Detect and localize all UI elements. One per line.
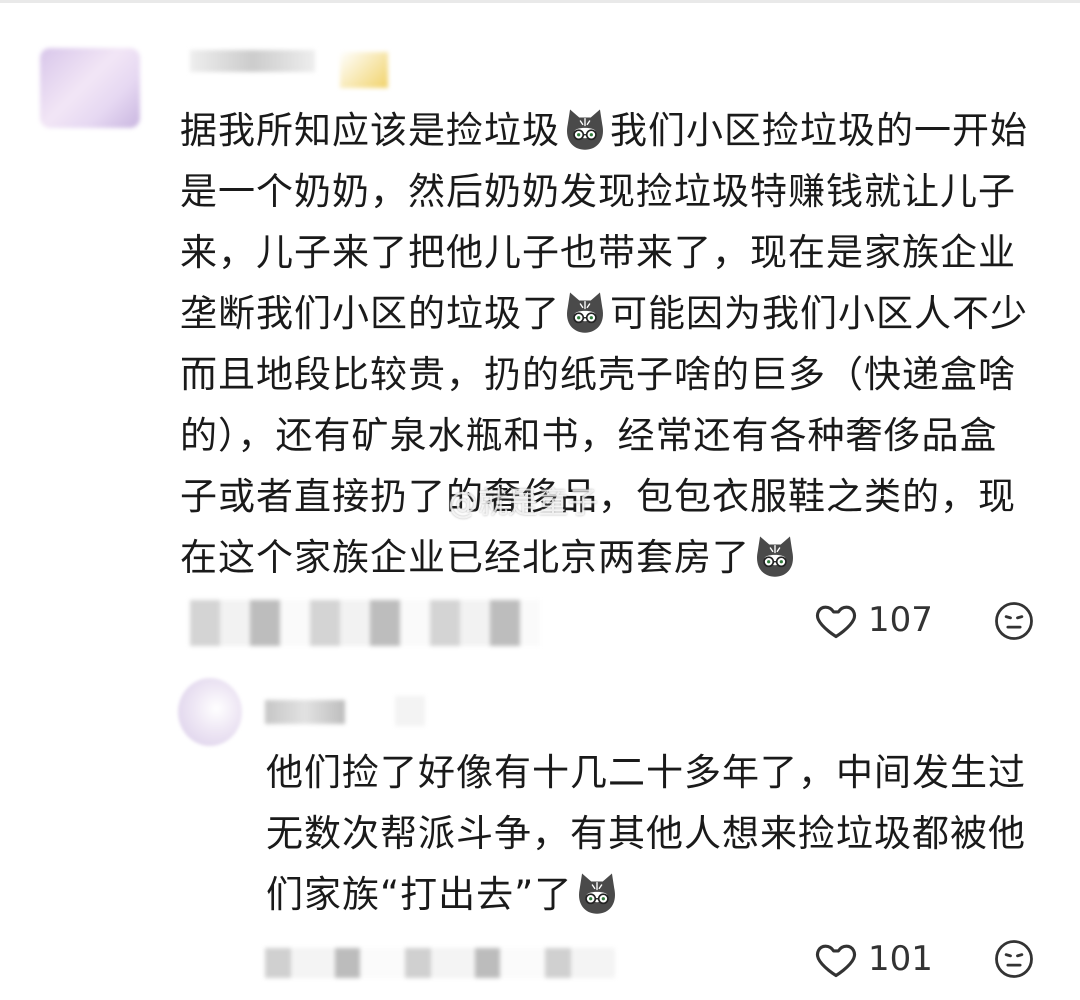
comment-text-segment: 他们捡了好像有十几二十多年了，中间发生过 (266, 751, 1026, 794)
like-count: 107 (868, 600, 933, 640)
avatar[interactable] (40, 48, 140, 128)
cat-emoji-icon (579, 873, 616, 914)
user-badge-blurred (340, 52, 388, 88)
comment-text-segment: 无数次帮派斗争，有其他人想来捡垃圾都被他 (266, 812, 1026, 855)
cat-emoji-icon (757, 536, 793, 577)
comment-line: 据我所知应该是捡垃圾 我们小区捡垃圾的一开始 (180, 100, 1028, 161)
top-divider (0, 0, 1080, 3)
dislike-face-icon[interactable] (993, 600, 1035, 642)
comment-text-segment: 垄断我们小区的垃圾了 (180, 292, 560, 335)
like-count: 101 (868, 939, 933, 979)
comment-text-segment: 可能因为我们小区人不少 (610, 292, 1028, 335)
meta-blurred (190, 600, 540, 646)
comment-text-segment: 子或者直接扔了的奢侈品，包包衣服鞋之类的，现 (180, 475, 1016, 518)
comment-line: 的），还有矿泉水瓶和书，经常还有各种奢侈品盒 (180, 405, 1028, 466)
comment-line: 他们捡了好像有十几二十多年了，中间发生过 (266, 742, 1026, 803)
username-blurred[interactable] (265, 700, 345, 724)
comment-text-segment: 的），还有矿泉水瓶和书，经常还有各种奢侈品盒 (180, 414, 998, 457)
dislike-face-icon[interactable] (993, 938, 1035, 980)
heart-icon (815, 944, 857, 978)
comment-line: 在这个家族企业已经北京两套房了 (180, 527, 1028, 588)
user-badge-blurred (395, 696, 425, 726)
avatar[interactable] (178, 678, 242, 746)
comment-text: 据我所知应该是捡垃圾 我们小区捡垃圾的一开始是一个奶奶，然后奶奶发现捡垃圾特赚钱就… (180, 100, 1028, 588)
heart-icon (815, 605, 857, 639)
comment-line: 垄断我们小区的垃圾了 可能因为我们小区人不少 (180, 283, 1028, 344)
comment-line: 是一个奶奶，然后奶奶发现捡垃圾特赚钱就让儿子 (180, 161, 1028, 222)
comment-text-segment: 来，儿子来了把他儿子也带来了，现在是家族企业 (180, 231, 1016, 274)
comment-text-segment: 在这个家族企业已经北京两套房了 (180, 536, 750, 579)
comment-text-segment: 我们小区捡垃圾的一开始 (610, 109, 1028, 152)
like-button[interactable]: 107 (814, 598, 933, 642)
cat-emoji-icon (567, 109, 603, 150)
comment-line: 来，儿子来了把他儿子也带来了，现在是家族企业 (180, 222, 1028, 283)
comment-line: 而且地段比较贵，扔的纸壳子啥的巨多（快递盒啥 (180, 344, 1028, 405)
comment-line: 无数次帮派斗争，有其他人想来捡垃圾都被他 (266, 803, 1026, 864)
cat-emoji-icon (567, 292, 603, 333)
like-button[interactable]: 101 (814, 937, 933, 981)
comment-line: 子或者直接扔了的奢侈品，包包衣服鞋之类的，现 (180, 466, 1028, 527)
comment-line: 们家族“打出去”了 (266, 864, 1026, 925)
username-blurred[interactable] (190, 50, 315, 72)
comment-text-segment: 而且地段比较贵，扔的纸壳子啥的巨多（快递盒啥 (180, 353, 1016, 396)
comment-text-segment: 是一个奶奶，然后奶奶发现捡垃圾特赚钱就让儿子 (180, 170, 1016, 213)
comment-text-segment: 据我所知应该是捡垃圾 (180, 109, 560, 152)
meta-blurred (265, 948, 615, 978)
comment-text-segment: 们家族“打出去”了 (266, 873, 573, 916)
comment-text: 他们捡了好像有十几二十多年了，中间发生过 无数次帮派斗争，有其他人想来捡垃圾都被他… (266, 742, 1026, 925)
